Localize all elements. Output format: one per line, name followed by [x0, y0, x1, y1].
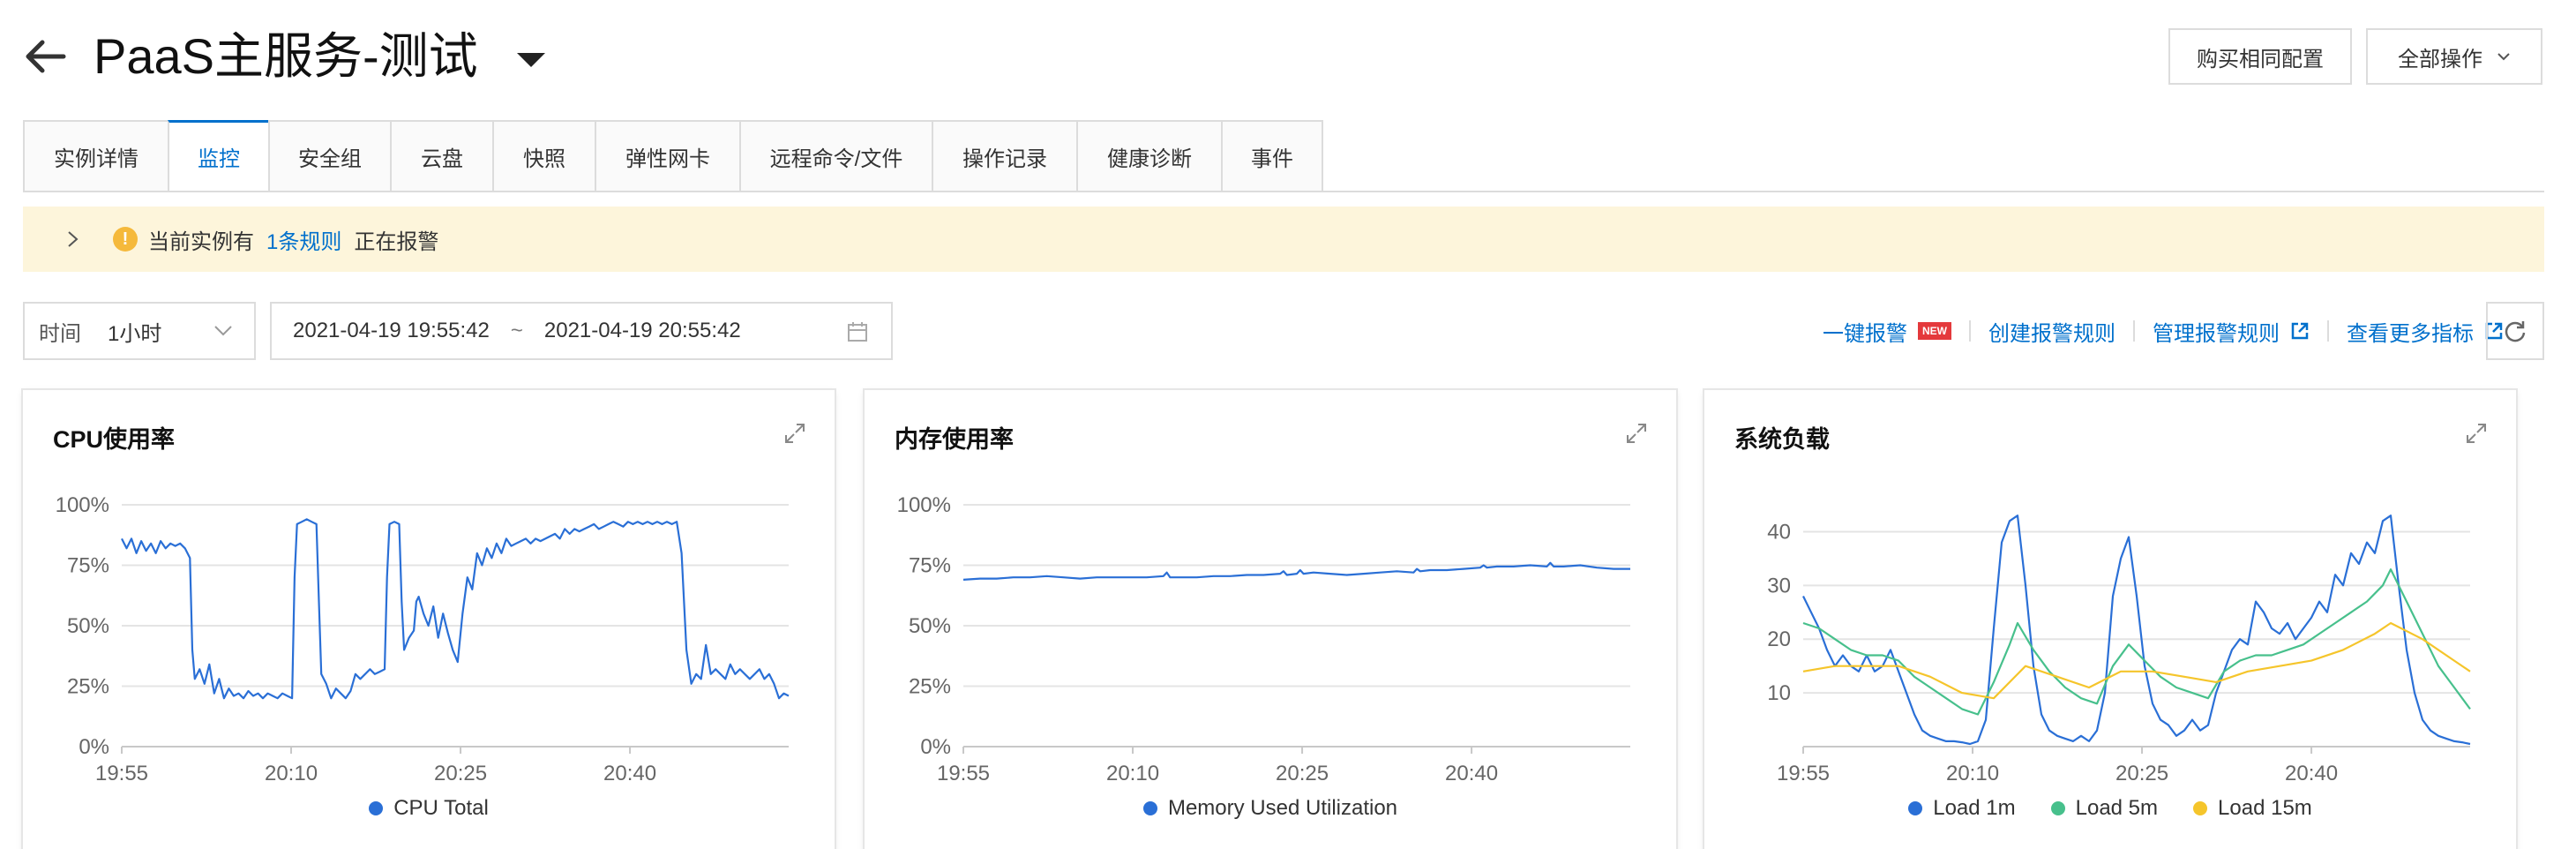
- alert-prefix: 当前实例有: [148, 229, 254, 254]
- warning-icon: !: [113, 227, 138, 252]
- all-operations-button[interactable]: 全部操作: [2366, 28, 2542, 85]
- y-tick-label: 20: [1767, 627, 1791, 651]
- tab-cloud-disk[interactable]: 云盘: [390, 120, 492, 192]
- chart-legend: Memory Used Utilization: [865, 796, 1676, 821]
- legend-item[interactable]: Load 5m: [2050, 796, 2159, 821]
- x-tick-label: 20:25: [2115, 762, 2168, 785]
- x-tick-label: 20:40: [603, 762, 656, 785]
- memory-usage-card: 内存使用率 0% 25% 50% 75% 100% 19:55 20:10 20:25 20:4…: [865, 390, 1676, 849]
- tab-operation-log[interactable]: 操作记录: [932, 120, 1076, 192]
- alert-rule-link[interactable]: 1条规则: [266, 224, 341, 255]
- x-tick-label: 20:25: [434, 762, 487, 785]
- date-range-picker[interactable]: 2021-04-19 19:55:42 ~ 2021-04-19 20:55:4…: [270, 302, 893, 360]
- range-end: 2021-04-19 20:55:42: [543, 319, 741, 342]
- series-line: [121, 518, 790, 700]
- buy-same-config-label: 购买相同配置: [2197, 47, 2324, 71]
- time-range-select[interactable]: 时间 1小时: [23, 302, 256, 360]
- y-tick-label: 0%: [79, 735, 109, 759]
- refresh-icon: [2505, 321, 2526, 342]
- legend-item[interactable]: Load 1m: [1908, 796, 2016, 821]
- chevron-down-icon: [214, 326, 232, 336]
- x-tick-label: 20:10: [265, 762, 318, 785]
- divider: [2327, 320, 2329, 342]
- y-tick-label: 40: [1767, 520, 1791, 544]
- y-tick-label: 50%: [909, 614, 951, 638]
- x-tick-label: 19:55: [95, 762, 148, 785]
- all-operations-label: 全部操作: [2398, 47, 2482, 71]
- new-badge: NEW: [1918, 322, 1951, 340]
- action-links: 一键报警 NEW 创建报警规则 管理报警规则 查看更多指标: [1823, 313, 2504, 349]
- tab-security-group[interactable]: 安全组: [268, 120, 390, 192]
- tab-instance-details[interactable]: 实例详情: [23, 120, 168, 192]
- x-tick-label: 20:10: [1946, 762, 1999, 785]
- tab-elastic-nic[interactable]: 弹性网卡: [595, 120, 739, 192]
- legend-label: Load 5m: [2075, 796, 2159, 820]
- back-arrow-icon[interactable]: [21, 35, 71, 78]
- x-tick-label: 19:55: [937, 762, 990, 785]
- y-tick-label: 75%: [909, 554, 951, 578]
- tab-divider: [23, 191, 2544, 192]
- legend-dot: [1142, 801, 1157, 815]
- refresh-button[interactable]: [2486, 302, 2544, 360]
- tab-monitoring[interactable]: 监控: [168, 120, 268, 192]
- legend-label: CPU Total: [393, 796, 489, 820]
- legend-label: Memory Used Utilization: [1167, 796, 1398, 820]
- range-separator: ~: [510, 319, 523, 342]
- x-tick-label: 20:25: [1276, 762, 1329, 785]
- cpu-usage-chart: 0% 25% 50% 75% 100% 19:55 20:10 20:25 20:40: [56, 493, 790, 785]
- chart-legend: Load 1m Load 5m Load 15m: [1704, 796, 2516, 821]
- y-tick-label: 25%: [909, 675, 951, 699]
- legend-item[interactable]: Load 15m: [2193, 796, 2312, 821]
- time-value: 1小时: [108, 321, 162, 346]
- range-start: 2021-04-19 19:55:42: [293, 319, 490, 342]
- manage-alarm-rules-link[interactable]: 管理报警规则: [2153, 316, 2310, 347]
- chevron-down-icon: [2497, 53, 2510, 61]
- x-tick-label: 20:40: [2285, 762, 2338, 785]
- y-tick-label: 0%: [920, 735, 951, 759]
- series-line: [1802, 515, 2471, 746]
- memory-usage-chart: 0% 25% 50% 75% 100% 19:55 20:10 20:25 20:40: [897, 493, 1630, 785]
- y-tick-label: 100%: [56, 493, 109, 517]
- tab-bar: 实例详情 监控 安全组 云盘 快照 弹性网卡 远程命令/文件 操作记录 健康诊断…: [23, 120, 1323, 192]
- calendar-icon: [848, 322, 867, 342]
- divider: [1969, 320, 1971, 342]
- divider: [2133, 320, 2135, 342]
- external-link-icon: [2291, 322, 2309, 340]
- legend-dot: [2050, 801, 2065, 815]
- chart-legend: CPU Total: [23, 796, 835, 821]
- tab-snapshot[interactable]: 快照: [492, 120, 595, 192]
- title-dropdown-caret-icon[interactable]: [513, 49, 549, 71]
- y-tick-label: 50%: [67, 614, 109, 638]
- create-alarm-rule-link[interactable]: 创建报警规则: [1988, 316, 2115, 347]
- y-tick-label: 100%: [897, 493, 951, 517]
- system-load-card: 系统负载 10 20 30 40 19:55 20:10 20:25 20:40 Load 1…: [1704, 390, 2516, 849]
- page-title: PaaS主服务-测试: [94, 28, 478, 84]
- tab-remote-command[interactable]: 远程命令/文件: [739, 120, 932, 192]
- y-tick-label: 10: [1767, 681, 1791, 705]
- legend-dot: [1908, 801, 1923, 815]
- y-tick-label: 25%: [67, 675, 109, 699]
- time-label: 时间: [39, 321, 81, 346]
- legend-dot: [369, 801, 384, 815]
- y-tick-label: 75%: [67, 554, 109, 578]
- tab-events[interactable]: 事件: [1221, 120, 1323, 192]
- legend-item[interactable]: CPU Total: [369, 796, 489, 821]
- chevron-right-icon[interactable]: [65, 229, 81, 249]
- buy-same-config-button[interactable]: 购买相同配置: [2168, 28, 2352, 85]
- tab-health-diagnosis[interactable]: 健康诊断: [1076, 120, 1221, 192]
- legend-label: Load 15m: [2218, 796, 2312, 820]
- cpu-usage-card: CPU使用率 0% 25% 50% 75% 100% 19:55 20:10 20:25 20:…: [23, 390, 835, 849]
- x-tick-label: 20:10: [1106, 762, 1159, 785]
- legend-item[interactable]: Memory Used Utilization: [1142, 796, 1398, 821]
- x-tick-label: 20:40: [1445, 762, 1498, 785]
- one-click-alarm-link[interactable]: 一键报警 NEW: [1823, 316, 1951, 347]
- legend-dot: [2193, 801, 2208, 815]
- legend-label: Load 1m: [1933, 796, 2016, 820]
- alert-suffix: 正在报警: [354, 229, 439, 254]
- y-tick-label: 30: [1767, 574, 1791, 597]
- system-load-chart: 10 20 30 40 19:55 20:10 20:25 20:40: [1767, 515, 2471, 785]
- alert-banner: ! 当前实例有 1条规则 正在报警: [23, 207, 2544, 272]
- more-metrics-link[interactable]: 查看更多指标: [2347, 316, 2504, 347]
- x-tick-label: 19:55: [1777, 762, 1830, 785]
